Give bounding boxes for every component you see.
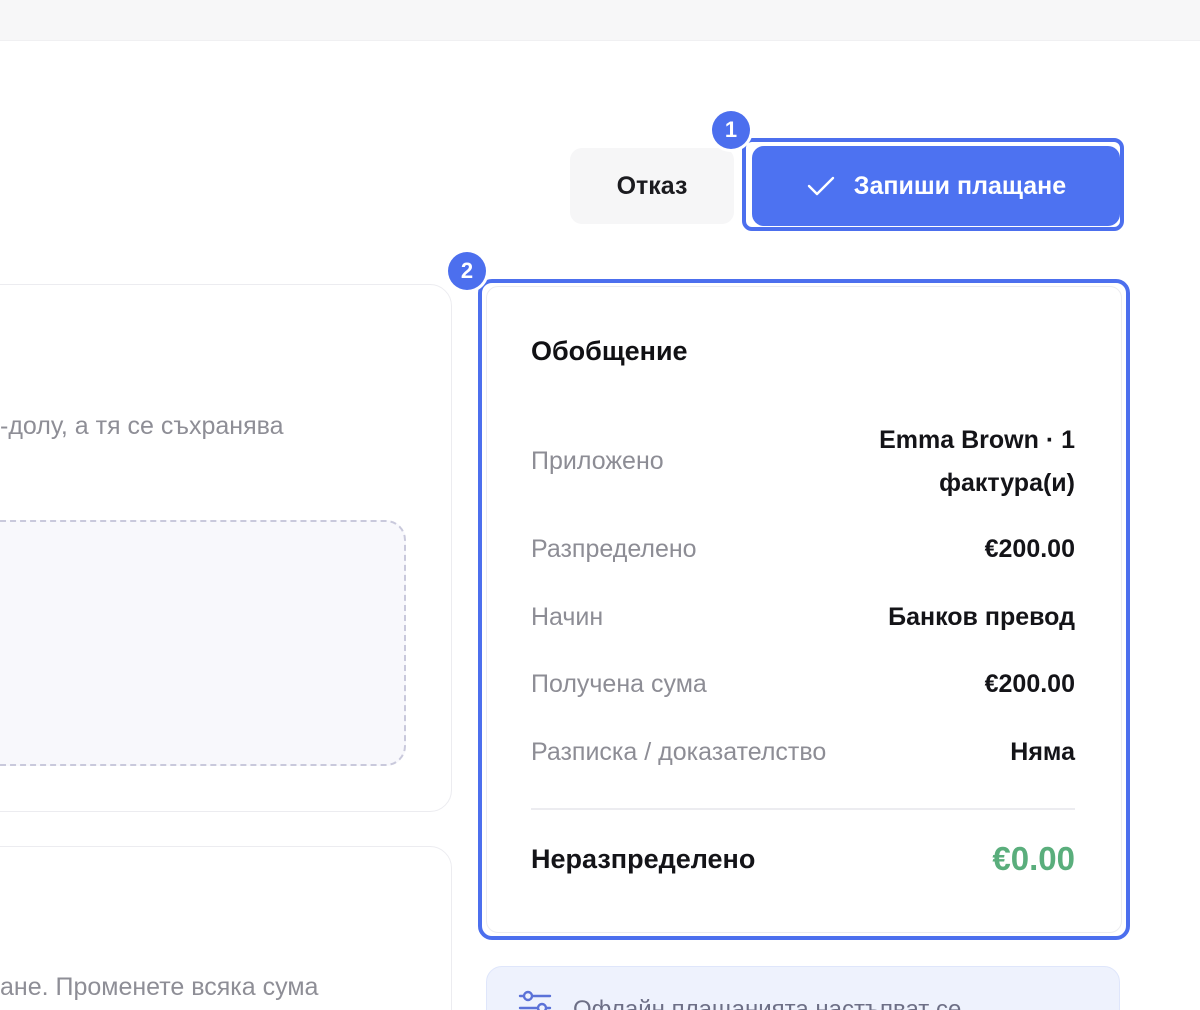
- record-payment-page: -долу, а тя се съхранява ане. Променете …: [0, 0, 1200, 1010]
- summary-title: Обобщение: [531, 336, 688, 366]
- checkmark-icon: [807, 176, 834, 196]
- summary-value-receipt: Няма: [1010, 738, 1075, 766]
- unallocated-value: €0.00: [992, 840, 1075, 877]
- annotation-badge-1: 1: [712, 111, 750, 149]
- summary-label-received: Получена сума: [531, 670, 707, 698]
- summary-value-applied: Emma Brown · 1 фактура(и): [879, 426, 1075, 497]
- upload-hint-text: -долу, а тя се съхранява: [0, 412, 284, 440]
- sliders-icon: [518, 990, 552, 1010]
- unallocated-label: Неразпределено: [531, 844, 756, 874]
- summary-value-allocated: €200.00: [984, 535, 1075, 563]
- cancel-button[interactable]: Отказ: [570, 148, 734, 224]
- summary-label-allocated: Разпределено: [531, 535, 697, 563]
- summary-value-method: Банков превод: [888, 603, 1075, 631]
- record-payment-button[interactable]: Запиши плащане: [752, 146, 1120, 226]
- summary-value-received: €200.00: [984, 670, 1075, 698]
- record-payment-label: Запиши плащане: [853, 171, 1067, 200]
- summary-label-applied: Приложено: [531, 447, 664, 475]
- info-banner-text: Офлайн плащанията настъпват се: [573, 996, 962, 1010]
- annotation-badge-2: 2: [448, 252, 486, 290]
- top-bar: [0, 0, 1200, 41]
- summary-divider: [531, 808, 1075, 810]
- receipt-dropzone[interactable]: [0, 520, 406, 766]
- allocation-hint-text: ане. Променете всяка сума: [0, 973, 319, 1001]
- summary-label-method: Начин: [531, 603, 604, 631]
- summary-label-receipt: Разписка / доказателство: [531, 738, 827, 766]
